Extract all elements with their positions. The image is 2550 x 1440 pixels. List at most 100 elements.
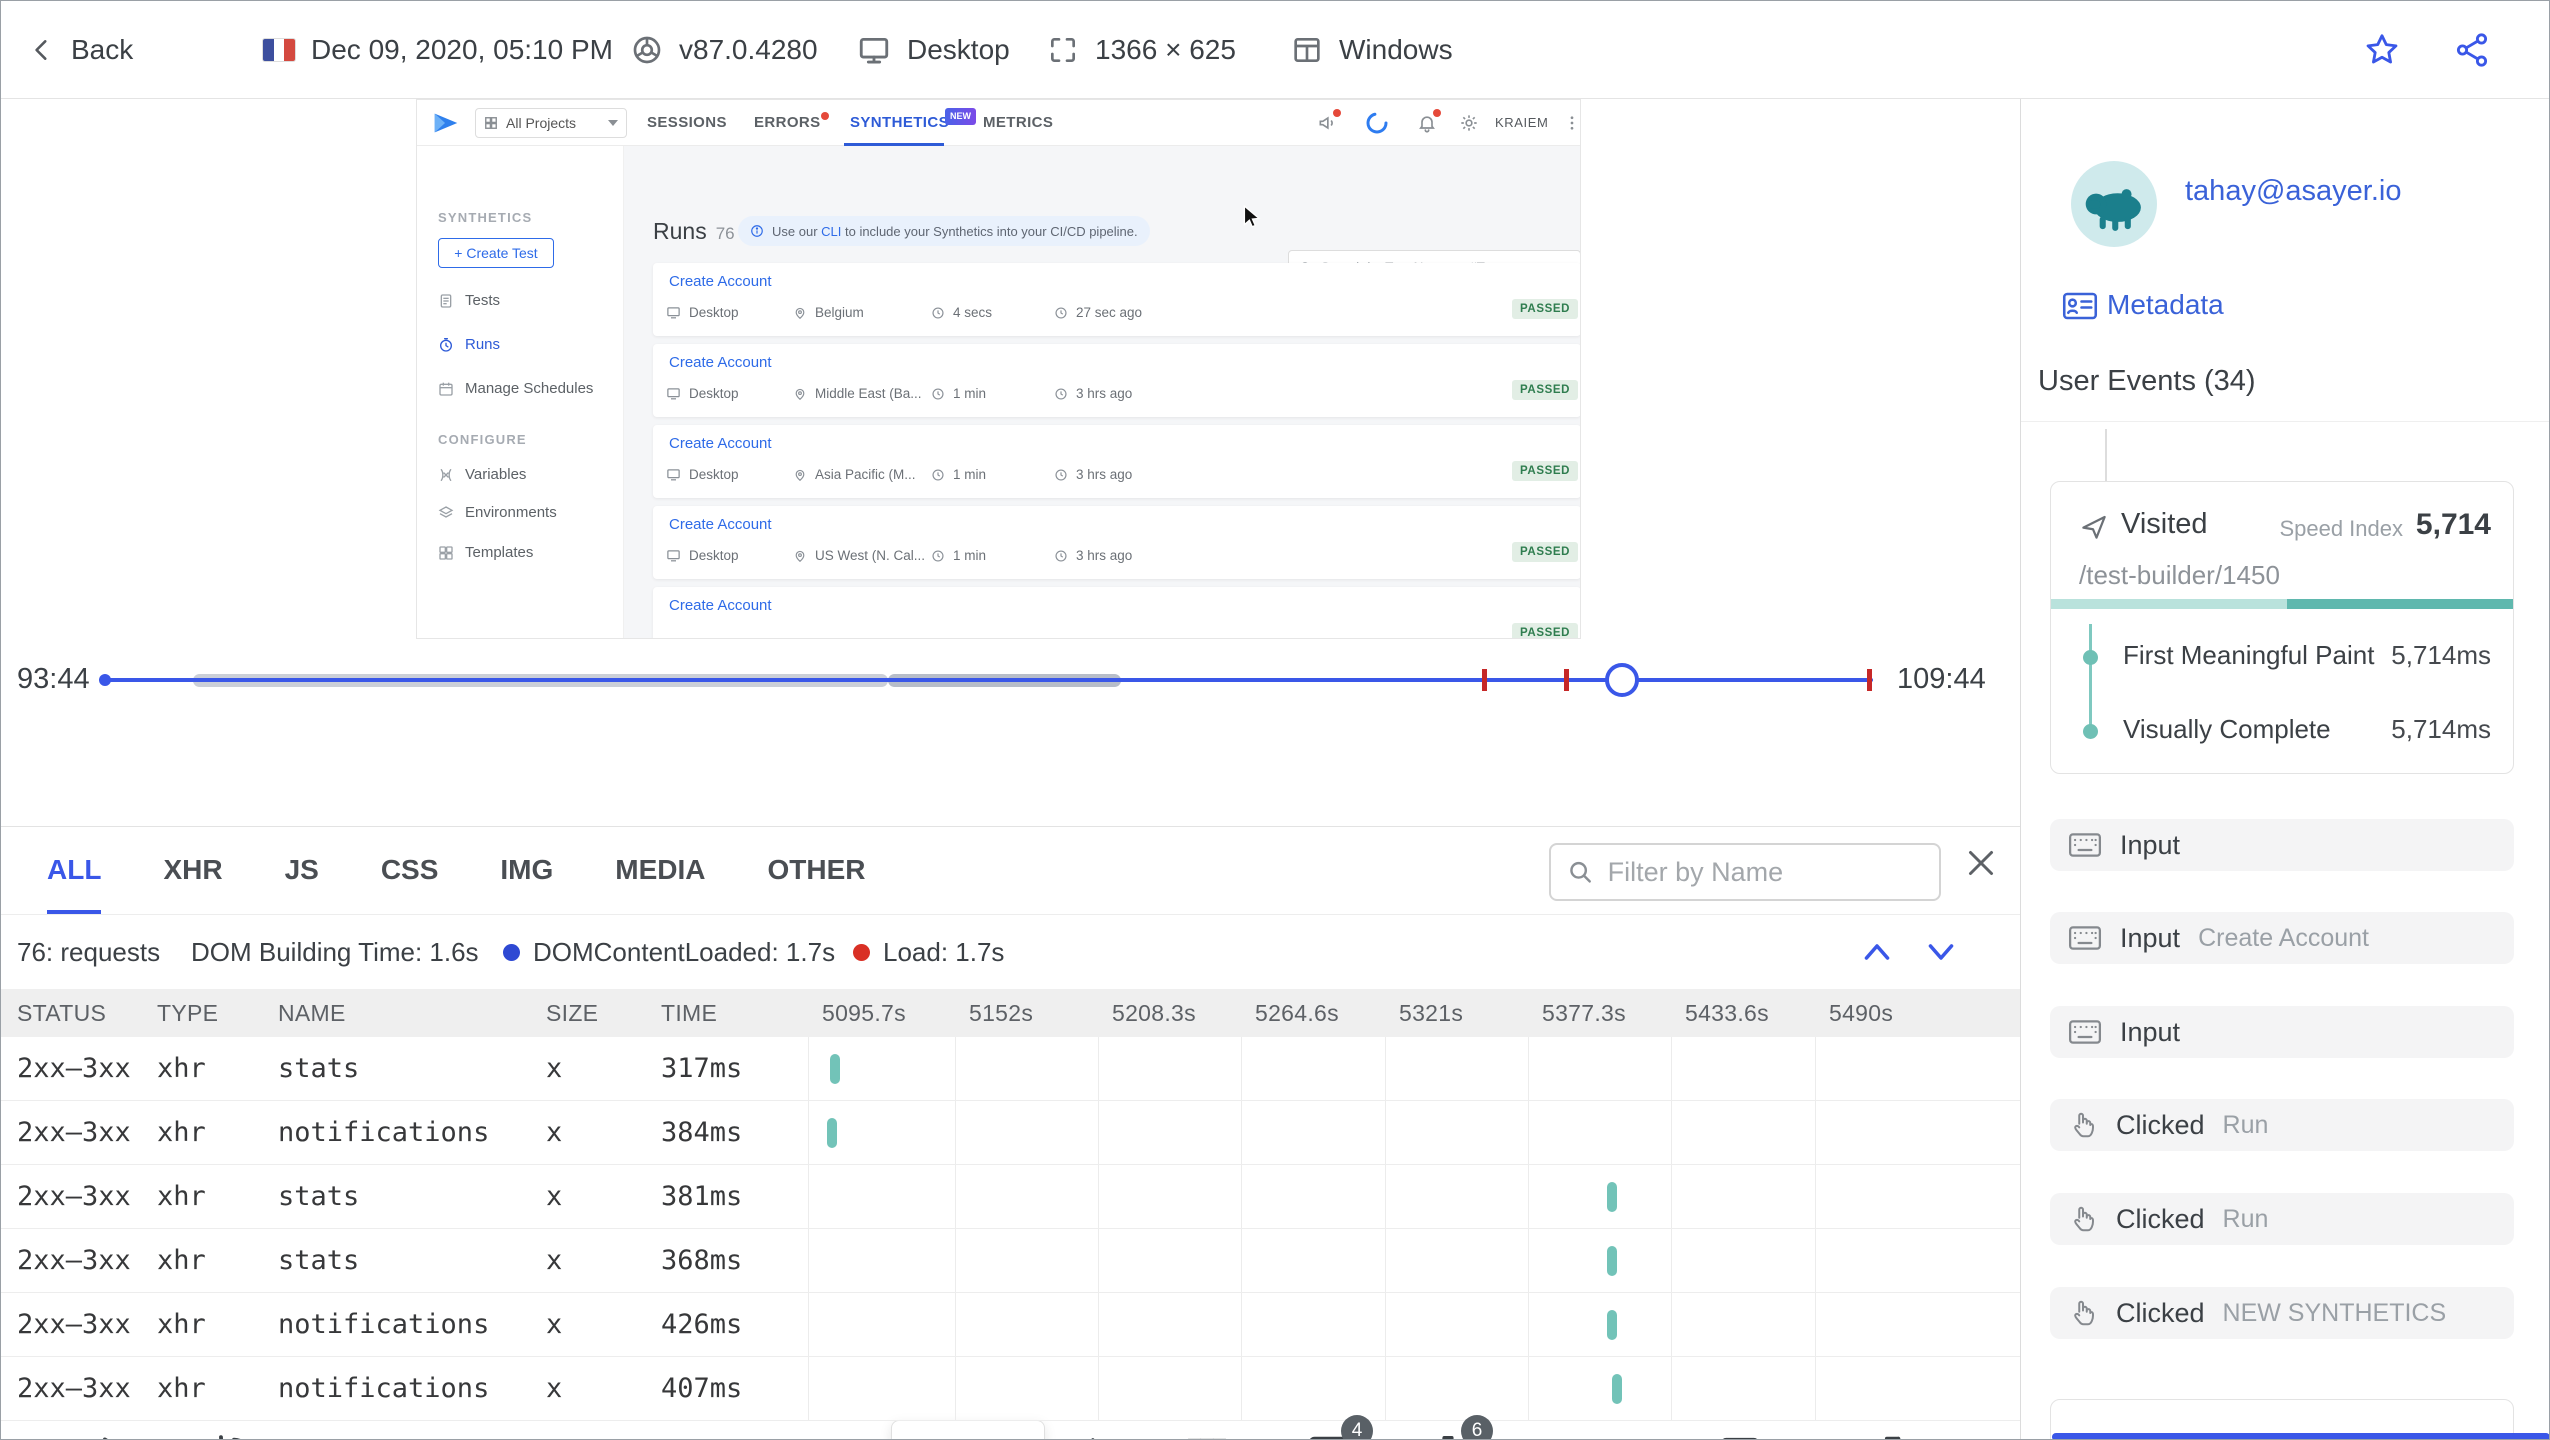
close-icon [1969,851,1993,875]
visited-location-arrow-icon [2082,515,2106,539]
network-request-row[interactable]: 2xx–3xx xhr stats x 317ms [1,1037,2020,1101]
sidebar-section-configure: CONFIGURE [438,432,527,447]
os-name: Windows [1339,34,1453,65]
browser-version-group: v87.0.4280 [631,1,818,99]
create-test-button: + Create Test [438,238,554,268]
tab-xhr[interactable]: XHR [163,827,222,914]
event-row-input[interactable]: Input [2050,1006,2514,1058]
load-marker-dot [853,944,870,961]
fmp-value: 5,714ms [2391,640,2491,670]
sidebar-item-variables: Variables [438,466,526,483]
metadata-link[interactable]: Metadata [2107,289,2224,321]
end-time: 109:44 [1897,663,1986,695]
visited-path: /test-builder/1450 [2079,560,2280,590]
info-icon [751,225,763,237]
tab-all[interactable]: ALL [47,827,102,914]
clock-icon [1055,549,1067,562]
back-button[interactable]: Back [29,1,133,99]
sidebar-section-synthetics: SYNTHETICS [438,210,533,225]
performance-panel-button[interactable]: Performance [1512,1429,1662,1440]
chevron-left-icon [35,40,47,60]
click-hand-icon [2074,1206,2095,1232]
network-request-row[interactable]: 2xx–3xx xhr notifications x 407ms [1,1357,2020,1421]
time-tick: 5208.3s [1112,1000,1196,1026]
speed-index-value: 5,714 [2415,508,2491,541]
device-type: Desktop [907,34,1010,65]
request-timing-bar [1606,1182,1617,1212]
event-row-clicked[interactable]: Clicked Run [2050,1099,2514,1151]
visited-event-card[interactable]: Visited Speed Index 5,714 /test-builder/… [2050,481,2514,774]
template-grid-icon [439,545,453,560]
error-marker[interactable] [1867,669,1872,691]
event-row-input[interactable]: Input [2050,819,2514,871]
location-pin-icon [795,307,805,319]
event-row-input[interactable]: Input Create Account [2050,912,2514,964]
fmp-label: First Meaningful Paint [2123,640,2375,670]
location-pin-icon [795,550,805,562]
app-logo-icon [434,113,458,133]
sidebar-item-manage-schedules: Manage Schedules [438,380,593,397]
sidebar-item-environments: Environments [438,504,557,521]
back-10-button[interactable]: 10 Back [159,1429,309,1439]
full-screen-button[interactable]: Full Screen [1808,1429,1958,1439]
playback-timeline[interactable]: 93:44 109:44 [1,661,2020,709]
session-date: Dec 09, 2020, 05:10 PM [311,34,613,65]
console-count-badge: 4 [1341,1415,1373,1439]
panel-scrollbar[interactable] [2052,1433,2549,1439]
event-row-clicked[interactable]: Clicked NEW SYNTHETICS [2050,1287,2514,1339]
screen-resolution-icon [1051,38,1075,62]
event-row-clicked[interactable]: Clicked Run [2050,1193,2514,1245]
load-time: Load: 1.7s [883,936,1005,967]
time-tick: 5095.7s [822,1000,906,1026]
tab-other[interactable]: OTHER [768,827,866,914]
network-request-row[interactable]: 2xx–3xx xhr notifications x 426ms [1,1293,2020,1357]
device-group: Desktop [857,1,1010,99]
network-request-row[interactable]: 2xx–3xx xhr stats x 381ms [1,1165,2020,1229]
events-panel-button[interactable]: 6 Events [1373,1415,1523,1439]
run-name-link: Create Account [669,435,772,452]
back-label: Back [71,34,134,65]
network-filter-input[interactable] [1607,856,1923,888]
cli-info-banner: Use our CLI to include your Synthetics i… [738,216,1150,246]
clock-icon [1055,468,1067,481]
col-status: STATUS [17,1000,107,1026]
sidebar-item-label: Environments [465,504,557,521]
fetch-arrows-icon [1091,1438,1095,1439]
run-name-link: Create Account [669,516,772,533]
project-selector-value: All Projects [506,115,577,131]
network-filter-box [1549,843,1941,901]
jump-next-button[interactable] [1923,937,1959,967]
user-email: tahay@asayer.io [2185,175,2402,207]
share-button[interactable] [2453,1,2491,99]
request-timing-bar [1606,1310,1617,1340]
sidebar-item-templates: Templates [438,544,533,561]
error-marker[interactable] [1482,669,1487,691]
clock-icon [932,306,944,319]
run-name-link: Create Account [669,597,772,614]
favorite-button[interactable] [2363,1,2401,99]
tab-img[interactable]: IMG [500,827,553,914]
tab-css[interactable]: CSS [381,827,439,914]
run-card: Create Account Desktop US West (N. Cal..… [653,506,1580,579]
user-events-panel: tahay@asayer.io Metadata User Events (34… [2020,99,2549,1439]
location-pin-icon [795,388,805,400]
network-summary-row: 76: requests DOM Building Time: 1.6s DOM… [1,915,2020,989]
runs-title: Runs 76 [653,218,735,245]
close-panel-button[interactable] [1963,845,1999,881]
status-badge: PASSED [1512,461,1579,481]
variables-icon [440,468,452,481]
speedometer-icon [1564,1431,1610,1440]
jump-previous-button[interactable] [1859,937,1895,967]
user-avatar [2071,161,2157,247]
tab-js[interactable]: JS [285,827,319,914]
network-request-row[interactable]: 2xx–3xx xhr stats x 368ms [1,1229,2020,1293]
timeline-scrubber-knob[interactable] [1605,663,1639,697]
long-tasks-panel-button[interactable]: Long Tasks [1665,1429,1815,1439]
error-marker[interactable] [1564,669,1569,691]
request-timing-bar [827,1118,838,1148]
click-hand-icon [2074,1112,2095,1138]
clock-icon [932,549,944,562]
tab-media[interactable]: MEDIA [615,827,705,914]
network-table-body: 2xx–3xx xhr stats x 317ms 2xx–3xx xhr notifica… [1,1037,2020,1427]
network-request-row[interactable]: 2xx–3xx xhr notifications x 384ms [1,1101,2020,1165]
